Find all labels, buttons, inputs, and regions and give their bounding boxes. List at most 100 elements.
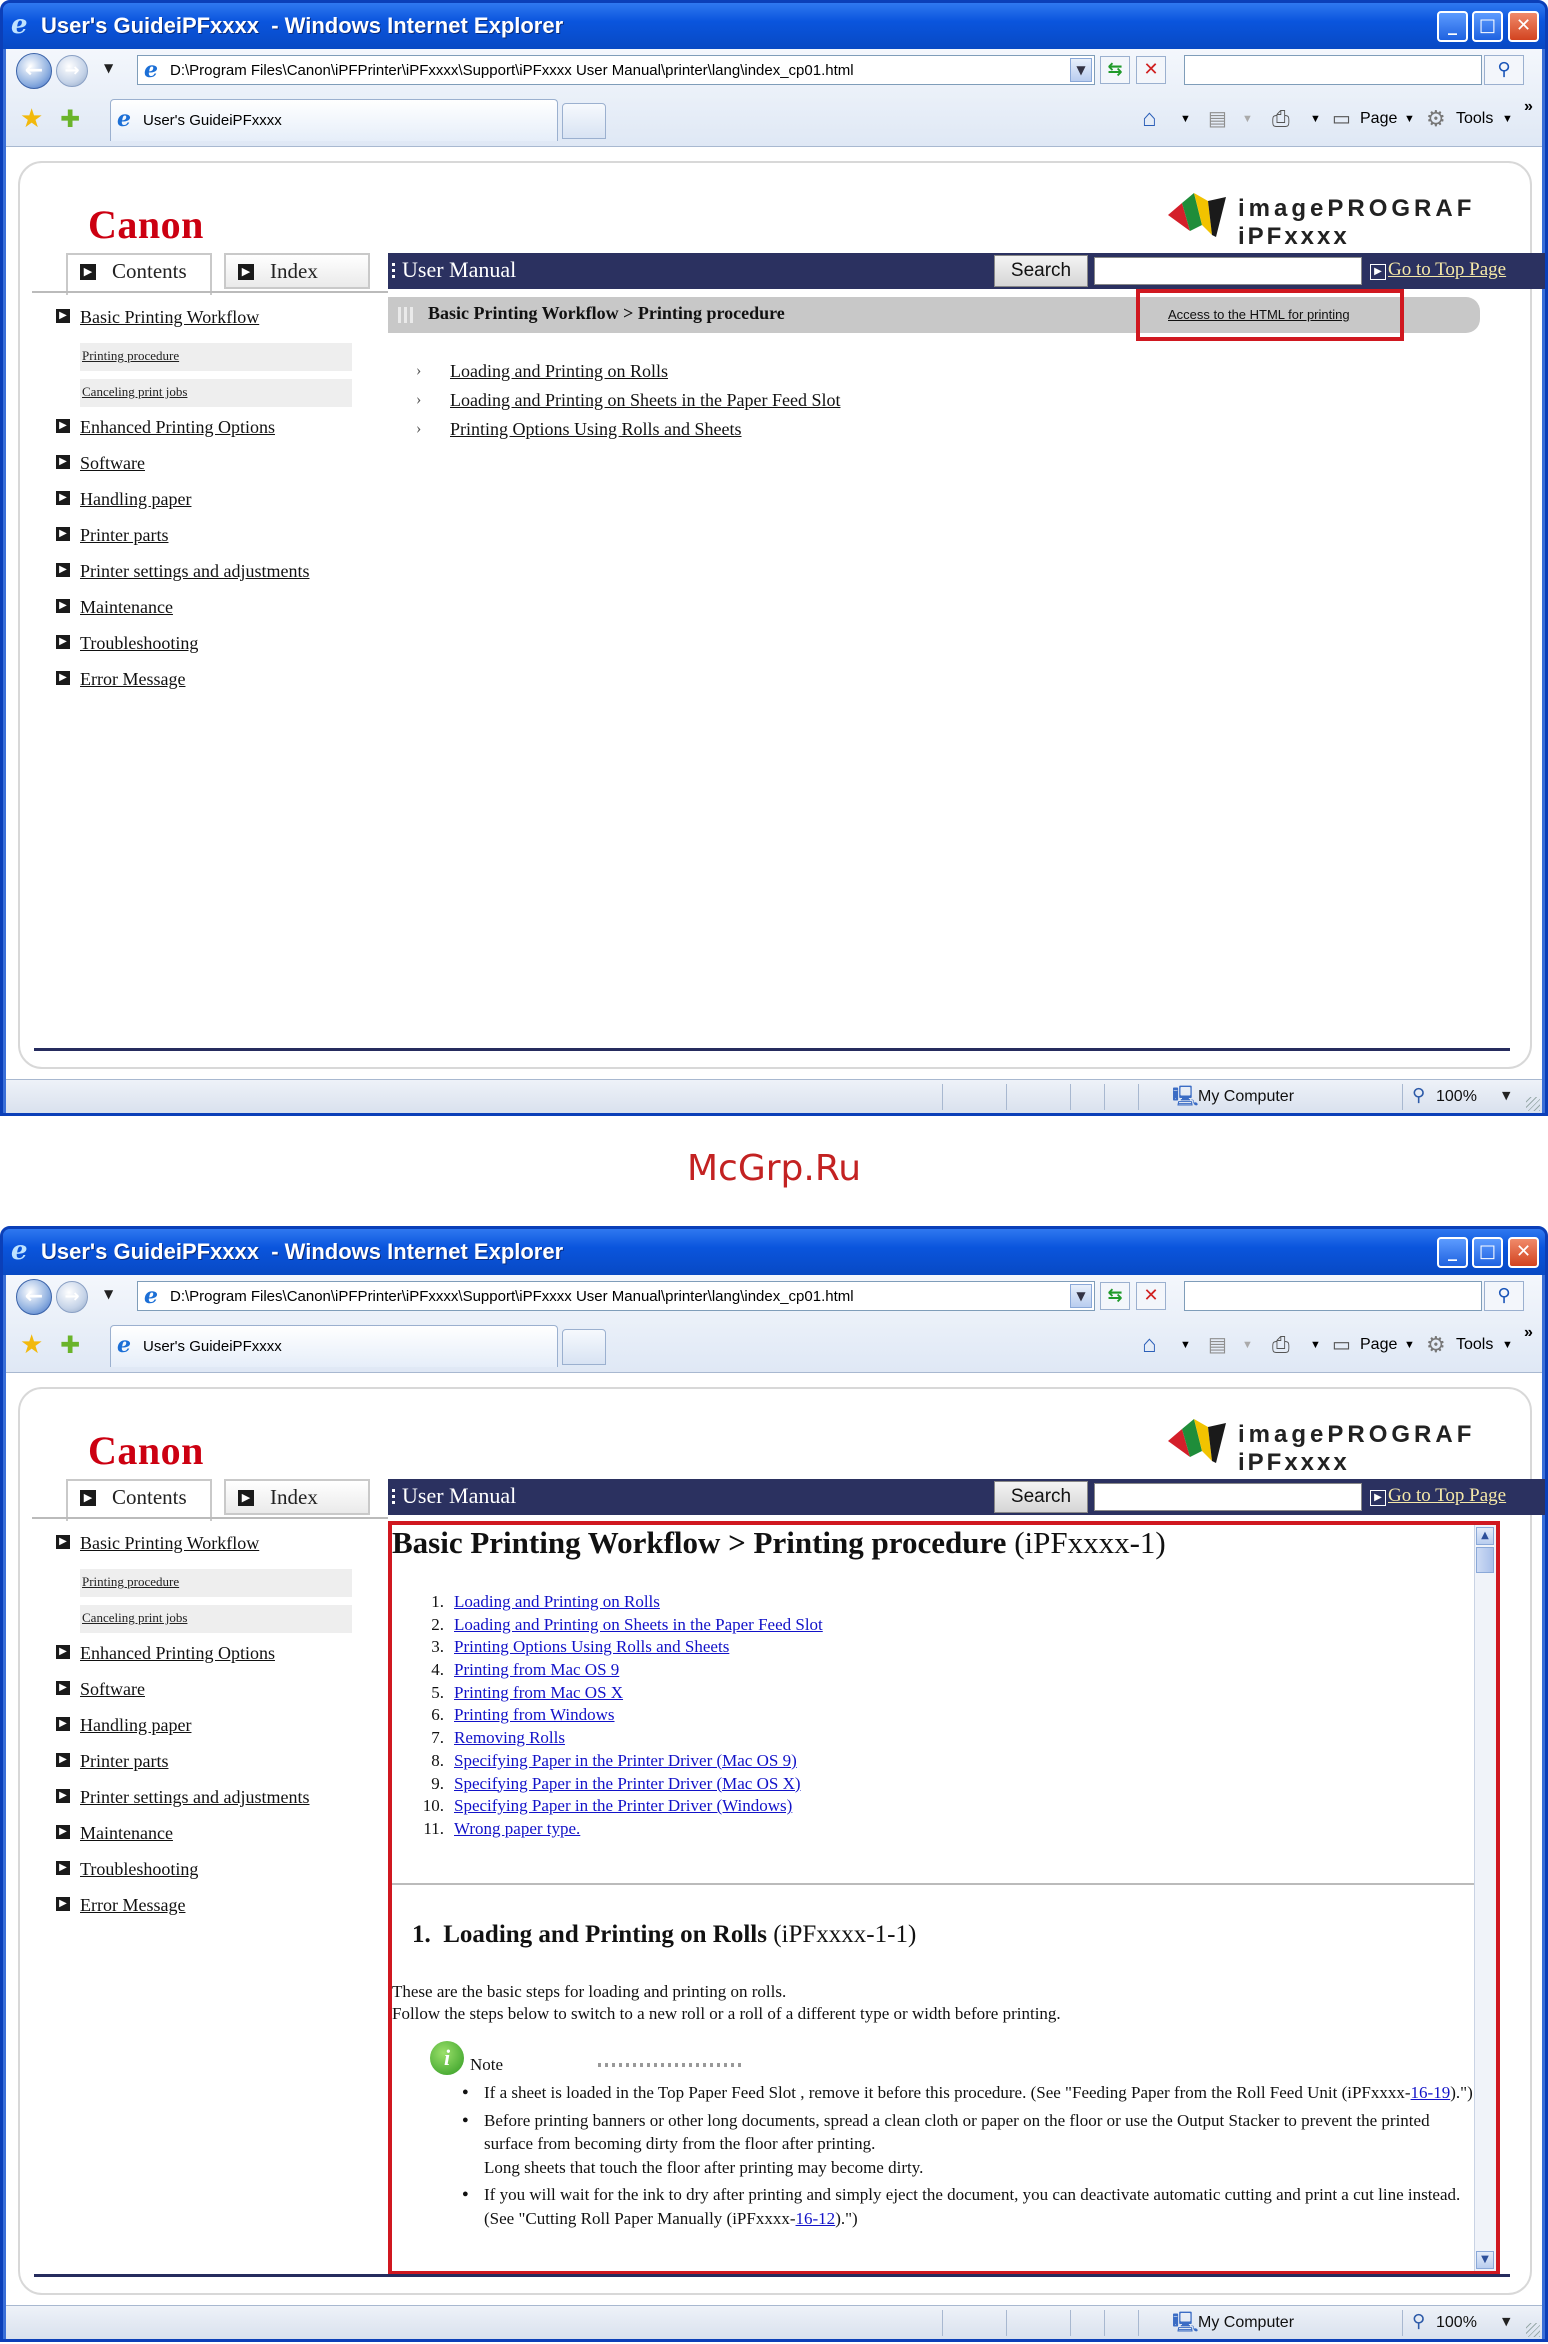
address-dropdown-icon[interactable]: ▼ (1070, 58, 1092, 82)
print-dropdown-icon[interactable]: ▼ (1310, 1333, 1321, 1357)
sidebar-item-printer-parts[interactable]: ▶ Printer parts (56, 523, 376, 559)
sidebar-sub-printing-procedure[interactable]: Printing procedure (80, 1569, 352, 1597)
back-button[interactable]: ← (16, 53, 52, 89)
search-box[interactable] (1184, 55, 1482, 85)
search-button[interactable]: Search (994, 255, 1088, 287)
browser-tab[interactable]: e User's GuideiPFxxxx (110, 1325, 558, 1367)
page-reference-link[interactable]: 16-12 (796, 2209, 836, 2228)
maximize-button[interactable]: □ (1472, 1237, 1503, 1268)
list-item[interactable]: › Loading and Printing on Rolls (416, 359, 840, 388)
zoom-dropdown-icon[interactable]: ▼ (1502, 2315, 1510, 2328)
chevron-more-icon[interactable]: » (1524, 95, 1533, 119)
vertical-scrollbar[interactable]: ▲ ▼ (1474, 1525, 1496, 2271)
scroll-thumb[interactable] (1476, 1547, 1494, 1573)
page-dropdown-icon[interactable]: ▼ (1404, 107, 1415, 131)
list-item[interactable]: 1. Loading and Printing on Rolls (412, 1591, 823, 1614)
page-menu[interactable]: Page (1360, 1333, 1397, 1357)
tools-menu[interactable]: Tools (1456, 1333, 1493, 1357)
new-tab-button[interactable] (562, 1329, 606, 1365)
new-tab-button[interactable] (562, 103, 606, 139)
zoom-level[interactable]: 100% (1436, 2314, 1477, 2332)
zoom-dropdown-icon[interactable]: ▼ (1502, 1089, 1510, 1102)
sidebar-item-error-message[interactable]: ▶ Error Message (56, 1893, 376, 1929)
resize-grip-icon[interactable] (1526, 1097, 1540, 1111)
print-icon[interactable]: ⎙ (1272, 1333, 1290, 1357)
forward-button[interactable]: → (56, 55, 88, 87)
tab-contents[interactable]: ▶ Contents (66, 1479, 212, 1521)
tools-dropdown-icon[interactable]: ▼ (1502, 1333, 1513, 1357)
list-item[interactable]: 4. Printing from Mac OS 9 (412, 1659, 823, 1682)
close-button[interactable]: ✕ (1508, 11, 1539, 42)
sidebar-sub-printing-procedure[interactable]: Printing procedure (80, 343, 352, 371)
manual-search-input[interactable] (1094, 1483, 1362, 1511)
sidebar-item-software[interactable]: ▶ Software (56, 1677, 376, 1713)
home-dropdown-icon[interactable]: ▼ (1180, 107, 1191, 131)
address-bar[interactable]: e D:\Program Files\Canon\iPFPrinter\iPFx… (137, 1281, 1095, 1311)
zoom-level[interactable]: 100% (1436, 1088, 1477, 1106)
search-box[interactable] (1184, 1281, 1482, 1311)
refresh-button[interactable]: ⇆ (1100, 56, 1130, 84)
favorites-star-icon[interactable]: ★ (20, 105, 43, 133)
tab-index[interactable]: ▶ Index (224, 1479, 370, 1515)
search-go-button[interactable]: ⚲ (1484, 55, 1524, 85)
refresh-button[interactable]: ⇆ (1100, 1282, 1130, 1310)
print-icon[interactable]: ⎙ (1272, 107, 1290, 131)
list-item[interactable]: 3. Printing Options Using Rolls and Sheet… (412, 1636, 823, 1659)
list-item[interactable]: 2. Loading and Printing on Sheets in the … (412, 1614, 823, 1637)
chevron-more-icon[interactable]: » (1524, 1321, 1533, 1345)
resize-grip-icon[interactable] (1526, 2323, 1540, 2337)
home-dropdown-icon[interactable]: ▼ (1180, 1333, 1191, 1357)
sidebar-sub-canceling-print-jobs[interactable]: Canceling print jobs (80, 1605, 352, 1633)
minimize-button[interactable]: _ (1437, 11, 1468, 42)
page-reference-link[interactable]: 16-19 (1411, 2083, 1451, 2102)
forward-button[interactable]: → (56, 1281, 88, 1313)
search-button[interactable]: Search (994, 1481, 1088, 1513)
add-favorites-icon[interactable]: ✚ (60, 1331, 80, 1359)
favorites-star-icon[interactable]: ★ (20, 1331, 43, 1359)
sidebar-item-software[interactable]: ▶ Software (56, 451, 376, 487)
sidebar-item-troubleshooting[interactable]: ▶ Troubleshooting (56, 1857, 376, 1893)
feeds-dropdown-icon[interactable]: ▼ (1242, 107, 1253, 131)
stop-button[interactable]: ✕ (1136, 1282, 1166, 1310)
search-go-button[interactable]: ⚲ (1484, 1281, 1524, 1311)
list-item[interactable]: › Loading and Printing on Sheets in the P… (416, 388, 840, 417)
recent-pages-dropdown-icon[interactable]: ▼ (104, 1287, 113, 1301)
back-button[interactable]: ← (16, 1279, 52, 1315)
scroll-up-icon[interactable]: ▲ (1476, 1527, 1494, 1545)
address-dropdown-icon[interactable]: ▼ (1070, 1284, 1092, 1308)
home-icon[interactable]: ⌂ (1142, 1333, 1157, 1357)
sidebar-item-printer-parts[interactable]: ▶ Printer parts (56, 1749, 376, 1785)
sidebar-item-enhanced-printing-options[interactable]: ▶ Enhanced Printing Options (56, 1641, 376, 1677)
maximize-button[interactable]: □ (1472, 11, 1503, 42)
sidebar-item-enhanced-printing-options[interactable]: ▶ Enhanced Printing Options (56, 415, 376, 451)
list-item[interactable]: 8. Specifying Paper in the Printer Driver… (412, 1750, 823, 1773)
sidebar-item-error-message[interactable]: ▶ Error Message (56, 667, 376, 703)
sidebar-item-handling-paper[interactable]: ▶ Handling paper (56, 487, 376, 523)
home-icon[interactable]: ⌂ (1142, 107, 1157, 131)
stop-button[interactable]: ✕ (1136, 56, 1166, 84)
sidebar-item-handling-paper[interactable]: ▶ Handling paper (56, 1713, 376, 1749)
browser-tab[interactable]: e User's GuideiPFxxxx (110, 99, 558, 141)
page-menu[interactable]: Page (1360, 107, 1397, 131)
feeds-icon[interactable]: ▤ (1208, 1333, 1227, 1357)
recent-pages-dropdown-icon[interactable]: ▼ (104, 61, 113, 75)
tools-menu[interactable]: Tools (1456, 107, 1493, 131)
sidebar-item-basic-printing-workflow[interactable]: ▶ Basic Printing Workflow (56, 305, 376, 341)
sidebar-item-printer-settings[interactable]: ▶ Printer settings and adjustments (56, 559, 376, 595)
html-print-view[interactable]: Basic Printing Workflow > Printing proce… (388, 1521, 1500, 2275)
list-item[interactable]: › Printing Options Using Rolls and Sheets (416, 417, 840, 446)
close-button[interactable]: ✕ (1508, 1237, 1539, 1268)
tab-index[interactable]: ▶ Index (224, 253, 370, 289)
sidebar-item-basic-printing-workflow[interactable]: ▶ Basic Printing Workflow (56, 1531, 376, 1567)
list-item[interactable]: 9. Specifying Paper in the Printer Driver… (412, 1773, 823, 1796)
sidebar-item-troubleshooting[interactable]: ▶ Troubleshooting (56, 631, 376, 667)
manual-search-input[interactable] (1094, 257, 1362, 285)
list-item[interactable]: 10. Specifying Paper in the Printer Drive… (412, 1795, 823, 1818)
print-dropdown-icon[interactable]: ▼ (1310, 107, 1321, 131)
list-item[interactable]: 11. Wrong paper type. (412, 1818, 823, 1841)
sidebar-item-maintenance[interactable]: ▶ Maintenance (56, 595, 376, 631)
sidebar-item-printer-settings[interactable]: ▶ Printer settings and adjustments (56, 1785, 376, 1821)
minimize-button[interactable]: _ (1437, 1237, 1468, 1268)
address-bar[interactable]: e D:\Program Files\Canon\iPFPrinter\iPFx… (137, 55, 1095, 85)
add-favorites-icon[interactable]: ✚ (60, 105, 80, 133)
